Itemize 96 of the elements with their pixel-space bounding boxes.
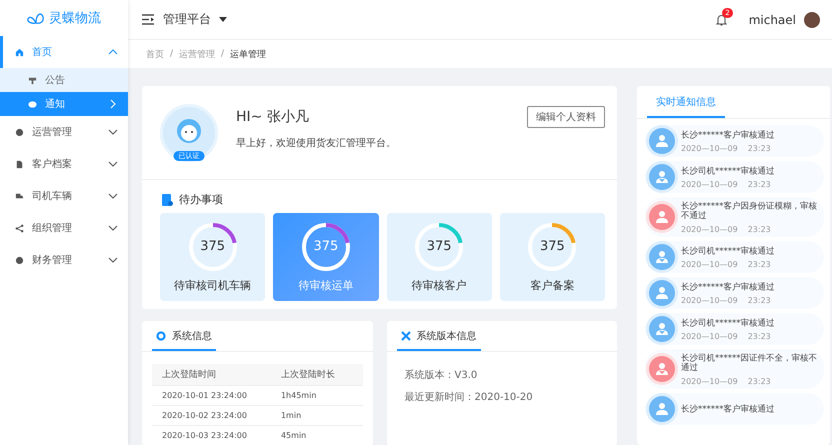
section-title: 待办事项 [179, 192, 223, 207]
welcome-text: 早上好，欢迎使用货友汇管理平台。 [236, 136, 397, 150]
notification-time: 23:23 [748, 296, 771, 304]
document-icon [15, 160, 24, 168]
todo-icon [162, 194, 173, 206]
notification-text: 长沙******客户审核通过 [681, 404, 776, 414]
todo-count: 375 [312, 238, 340, 256]
person-icon [655, 134, 669, 148]
logo-text: 灵蝶物流 [49, 10, 101, 27]
breadcrumb-separator: / [221, 49, 224, 59]
driver-icon [655, 322, 669, 336]
notification-text: 长沙司机******因证件不全，审核不通过 [681, 354, 818, 372]
breadcrumb-separator: / [170, 49, 174, 59]
todo-card[interactable]: 375 待审核客户 [386, 213, 492, 301]
chevron-icon [108, 255, 118, 265]
todo-card[interactable]: 375 客户备案 [500, 213, 605, 301]
notification-date: 2020—10—09 [681, 377, 738, 386]
todo-label: 客户备案 [530, 278, 574, 292]
notification-date: 2020—10—09 [681, 332, 738, 340]
platform-title[interactable]: 管理平台 [163, 11, 211, 28]
chevron-icon [108, 223, 118, 233]
notification-date: 2020—10—09 [681, 180, 738, 188]
table-cell-text: 2020-10-02 23:24:00 [161, 411, 248, 420]
chevron-icon [108, 99, 118, 109]
user-avatar[interactable] [804, 12, 820, 28]
driver-icon [655, 170, 669, 184]
notification-text: 长沙司机******审核通过 [681, 318, 776, 328]
home-icon [15, 48, 24, 56]
notification-item[interactable]: 长沙司机******审核通过 2020—10—09 23:23 [645, 161, 824, 193]
notification-item[interactable]: 长沙司机******审核通过 2020—10—09 23:23 [645, 313, 824, 345]
todo-label: 待审核司机车辆 [174, 278, 252, 292]
notification-date: 2020—10—09 [681, 296, 738, 304]
person-icon [655, 286, 669, 300]
notification-time: 23:23 [748, 377, 771, 386]
driver-icon [655, 362, 669, 376]
notification-item[interactable]: 长沙******客户审核通过 2020—10—09 23:23 [645, 277, 824, 309]
chat-icon [28, 100, 37, 108]
chevron-icon [108, 191, 118, 201]
notification-time: 23:23 [748, 144, 771, 152]
circle-icon [15, 128, 24, 136]
menu-icon[interactable] [142, 14, 155, 25]
todo-card[interactable]: 375 待审核司机车辆 [160, 213, 266, 301]
notification-item[interactable]: 长沙司机******审核通过 2020—10—09 23:23 [645, 241, 824, 273]
notification-text: 长沙******客户审核通过 [681, 130, 776, 140]
chevron-icon [108, 47, 118, 57]
notification-text: 长沙司机******审核通过 [681, 246, 776, 256]
todo-count: 375 [199, 238, 226, 256]
driver-icon [655, 250, 669, 264]
notification-text: 长沙******客户审核通过 [681, 282, 776, 292]
chevron-icon [108, 127, 118, 137]
todo-count: 375 [538, 238, 566, 256]
notification-item[interactable]: 长沙******客户审核通过 [645, 393, 824, 425]
truck-icon [15, 192, 24, 200]
column-header: 上次登陆时长 [280, 368, 336, 381]
notification-date: 2020—10—09 [681, 260, 738, 268]
notification-date: 2020—10—09 [681, 225, 738, 234]
sidebar-item[interactable]: 运营管理 [0, 116, 128, 148]
greeting-text: HI~ 张小凡 [236, 108, 310, 126]
person-icon [655, 402, 669, 416]
version-text: 最近更新时间：2020-10-20 [404, 390, 534, 404]
user-name[interactable]: michael [748, 12, 796, 26]
todo-count: 375 [426, 238, 453, 256]
version-text: 系统版本：V3.0 [404, 368, 478, 382]
tools-icon [400, 331, 410, 341]
edit-profile-button[interactable]: 编辑个人资料 [527, 106, 605, 128]
notification-item[interactable]: 长沙******客户因身份证模糊，审核不通过 2020—10—09 23:23 [645, 197, 824, 237]
todo-label: 待审核客户 [412, 278, 467, 292]
sidebar-item[interactable]: 组织管理 [0, 212, 128, 244]
table-cell-text: 1min [280, 411, 302, 420]
sidebar-item[interactable]: 客户档案 [0, 148, 128, 180]
notification-time: 23:23 [748, 260, 771, 268]
notification-text: 长沙******客户因身份证模糊，审核不通过 [681, 202, 818, 220]
notification-item[interactable]: 长沙******客户审核通过 2020—10—09 23:23 [645, 125, 824, 157]
notification-time: 23:23 [748, 225, 771, 234]
notification-time: 23:23 [748, 332, 771, 340]
caret-icon[interactable] [219, 16, 227, 22]
table-cell-text: 2020-10-03 23:24:00 [161, 431, 248, 440]
column-header: 上次登陆时间 [161, 368, 217, 381]
coin-icon [15, 256, 24, 264]
table-cell-text: 1h45min [280, 391, 318, 400]
sidebar-item[interactable]: 司机车辆 [0, 180, 128, 212]
notification-text: 长沙司机******审核通过 [681, 166, 776, 176]
chevron-icon [108, 159, 118, 169]
person-icon [655, 210, 669, 224]
breadcrumb-link[interactable]: 运单管理 [230, 48, 266, 60]
notification-time: 23:23 [748, 180, 771, 188]
notification-date: 2020—10—09 [681, 144, 738, 152]
bell-icon[interactable] [716, 14, 727, 26]
share-icon [15, 224, 24, 232]
sidebar-subitem[interactable]: 公告 [0, 68, 128, 92]
sidebar-item[interactable]: 财务管理 [0, 244, 128, 276]
table-cell-text: 2020-10-01 23:24:00 [161, 391, 248, 400]
notification-item[interactable]: 长沙司机******因证件不全，审核不通过 2020—10—09 23:23 [645, 349, 824, 389]
todo-label: 待审核运单 [298, 278, 354, 292]
notice-icon [28, 76, 37, 84]
table-cell-text: 45min [280, 431, 308, 440]
